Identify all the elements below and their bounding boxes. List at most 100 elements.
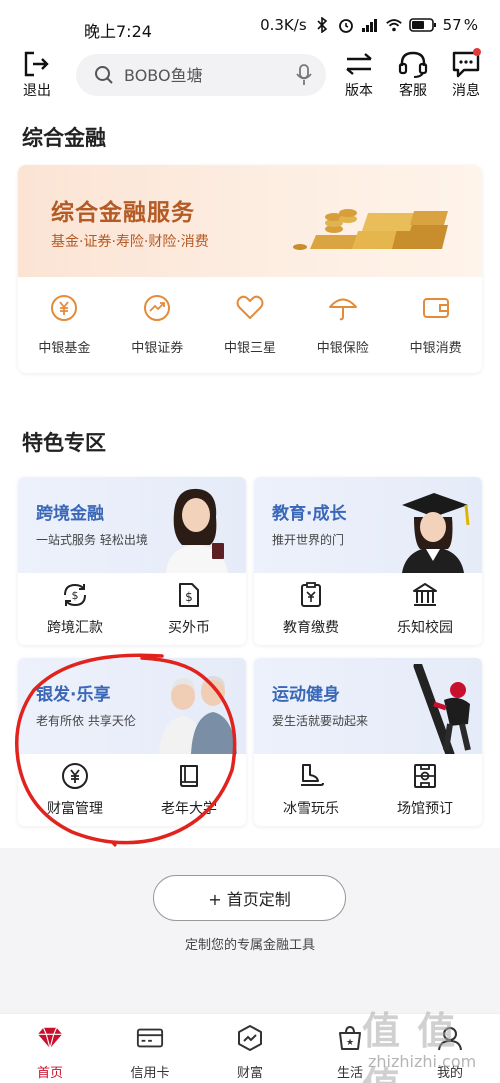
credit-card-icon — [136, 1024, 164, 1052]
nav-item-home[interactable]: 首页 — [0, 1014, 100, 1083]
customize-subtitle: 定制您的专属金融工具 — [184, 938, 315, 953]
feature-banner[interactable]: 运动健身 爱生活就要动起来 — [254, 658, 482, 754]
profile-icon — [436, 1024, 464, 1052]
version-label: 版本 — [345, 83, 373, 99]
skate-icon — [297, 762, 325, 790]
finance-item-insurance[interactable]: 中银保险 — [296, 283, 389, 369]
buy-foreign-currency-button[interactable]: $ 买外币 — [132, 573, 246, 645]
logout-icon — [24, 51, 49, 77]
finance-item-securities[interactable]: 中银证券 — [111, 283, 204, 369]
yuan-circle-icon — [61, 762, 89, 790]
woman-with-passport-image — [166, 488, 228, 573]
finance-banner-subtitle: 基金·证券·寿险·财险·消费 — [51, 234, 209, 250]
campus-button[interactable]: 乐知校园 — [368, 573, 482, 645]
graduate-girl-image — [402, 493, 470, 573]
finance-banner-title: 综合金融服务 — [51, 200, 195, 226]
nav-item-label: 财富 — [236, 1066, 263, 1081]
wealth-management-button[interactable]: 财富管理 — [18, 754, 132, 826]
feature-banner[interactable]: 教育·成长 推开世界的门 — [254, 477, 482, 573]
status-time: 晚上7:24 — [84, 22, 152, 41]
feature-button-label: 乐知校园 — [397, 620, 453, 636]
feature-card-education: 教育·成长 推开世界的门 教育缴费 乐知校园 — [254, 477, 482, 645]
svg-text:$: $ — [185, 590, 193, 604]
feature-card-silver: 银发·乐享 老有所依 共享天伦 财富管理 老年大学 — [18, 658, 246, 826]
customer-service-button[interactable]: 客服 — [397, 50, 429, 100]
finance-item-label: 中银基金 — [38, 341, 91, 356]
search-icon — [95, 66, 113, 84]
search-input[interactable] — [124, 65, 284, 85]
finance-card: 综合金融服务 基金·证券·寿险·财险·消费 中银基金 中银证券 中银三星 中银保… — [18, 165, 482, 373]
nav-item-wealth[interactable]: 财富 — [200, 1014, 300, 1083]
feature-button-label: 冰雪玩乐 — [283, 801, 339, 817]
finance-item-samsung[interactable]: 中银三星 — [204, 283, 297, 369]
finance-item-label: 中银消费 — [409, 341, 462, 356]
bottom-nav: 首页 信用卡 财富 ★ 生活 我的 — [0, 1013, 500, 1083]
education-payment-button[interactable]: 教育缴费 — [254, 573, 368, 645]
dollar-exchange-icon: $ — [61, 581, 89, 609]
alarm-icon — [337, 16, 355, 34]
feature-subtitle: 推开世界的门 — [272, 533, 345, 547]
finance-item-label: 中银三星 — [223, 341, 276, 356]
nav-item-label: 生活 — [336, 1066, 363, 1081]
microphone-icon[interactable] — [296, 64, 312, 86]
school-building-icon — [411, 581, 439, 609]
search-bar[interactable] — [76, 54, 326, 96]
finance-item-label: 中银保险 — [316, 341, 369, 356]
switch-arrows-icon — [346, 53, 372, 75]
gold-bars-image — [293, 209, 448, 250]
venue-booking-button[interactable]: 场馆预订 — [368, 754, 482, 826]
feature-buttons: $ 跨境汇款 $ 买外币 — [18, 573, 246, 645]
finance-item-label: 中银证券 — [131, 341, 184, 356]
feature-card-cross-border: 跨境金融 一站式服务 轻松出境 $ 跨境汇款 $ 买外币 — [18, 477, 246, 645]
feature-title: 教育·成长 — [272, 504, 347, 524]
finance-banner[interactable]: 综合金融服务 基金·证券·寿险·财险·消费 — [18, 165, 482, 277]
signal-icon — [361, 16, 379, 34]
version-button[interactable]: 版本 — [344, 50, 374, 100]
feature-banner[interactable]: 银发·乐享 老有所依 共享天伦 — [18, 658, 246, 754]
feature-card-sports: 运动健身 爱生活就要动起来 冰雪玩乐 场馆预订 — [254, 658, 482, 826]
feature-banner[interactable]: 跨境金融 一站式服务 轻松出境 — [18, 477, 246, 573]
feature-button-label: 老年大学 — [161, 801, 217, 817]
home-diamond-icon — [36, 1024, 64, 1052]
headset-icon — [398, 51, 428, 78]
top-bar: 退出 版本 客服 消息 — [0, 48, 500, 104]
elderly-couple-image — [159, 676, 237, 754]
feature-title: 运动健身 — [272, 685, 340, 705]
special-section-title: 特色专区 — [22, 431, 106, 455]
feature-title: 银发·乐享 — [36, 685, 111, 705]
customize-area — [0, 848, 500, 1013]
battery-level: 57 — [442, 16, 462, 34]
feature-buttons: 冰雪玩乐 场馆预订 — [254, 754, 482, 826]
wifi-icon — [385, 16, 403, 34]
feature-subtitle: 一站式服务 轻松出境 — [36, 533, 148, 547]
feature-button-label: 跨境汇款 — [47, 620, 103, 636]
yuan-circle-icon — [49, 293, 79, 323]
feature-button-label: 场馆预订 — [397, 801, 453, 817]
book-icon — [175, 762, 203, 790]
wallet-icon — [421, 293, 451, 323]
senior-university-button[interactable]: 老年大学 — [132, 754, 246, 826]
cross-border-remittance-button[interactable]: $ 跨境汇款 — [18, 573, 132, 645]
network-speed: 0.3K/s — [260, 16, 307, 34]
nav-item-label: 首页 — [36, 1066, 63, 1081]
finance-item-fund[interactable]: 中银基金 — [18, 283, 111, 369]
dollar-document-icon: $ — [175, 581, 203, 609]
wealth-icon — [236, 1024, 264, 1052]
feature-buttons: 财富管理 老年大学 — [18, 754, 246, 826]
status-icons: 0.3K/s 57% — [260, 16, 478, 34]
nav-item-profile[interactable]: 我的 — [400, 1014, 500, 1083]
nav-item-credit-card[interactable]: 信用卡 — [100, 1014, 200, 1083]
status-bar: 晚上7:24 0.3K/s 57% — [0, 0, 500, 52]
customize-homepage-button[interactable]: + 首页定制 — [153, 875, 346, 921]
trend-chart-icon — [142, 293, 172, 323]
svg-text:$: $ — [72, 589, 79, 602]
nav-item-life[interactable]: ★ 生活 — [300, 1014, 400, 1083]
yuan-clipboard-icon — [297, 581, 325, 609]
logout-label: 退出 — [23, 83, 51, 99]
ice-snow-button[interactable]: 冰雪玩乐 — [254, 754, 368, 826]
message-button[interactable]: 消息 — [451, 48, 481, 100]
finance-item-consumer[interactable]: 中银消费 — [389, 283, 482, 369]
nav-item-label: 信用卡 — [130, 1066, 170, 1081]
logout-button[interactable]: 退出 — [22, 50, 52, 100]
battery-icon — [408, 16, 437, 34]
